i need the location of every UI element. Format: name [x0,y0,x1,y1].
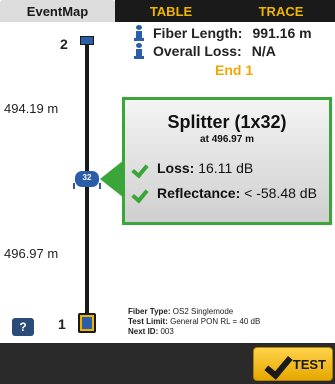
fiber-length-value: 991.16 m [252,25,312,41]
overall-loss-row: Overall Loss: N/A [133,42,333,60]
reflectance-result: Reflectance: < -58.48 dB [133,185,317,201]
fiber-info: Fiber Type: OS2 Singlemode Test Limit: G… [128,307,260,337]
distance-label-lower: 496.97 m [4,246,59,261]
checkmark-icon [262,352,292,378]
node-number-top: 2 [60,36,68,52]
pass-check-icon [133,160,151,176]
next-id-value: 003 [160,327,174,336]
loss-result: Loss: 16.11 dB [133,160,253,176]
splitter-event-icon[interactable]: 32 [72,168,102,190]
end-2-connector-icon[interactable] [80,36,94,45]
node-number-bottom: 1 [58,316,66,332]
pass-check-icon [133,185,151,201]
info-icon[interactable] [133,43,145,59]
test-button-label: TEST [292,356,326,372]
test-limit-value: General PON RL = 40 dB [170,317,261,326]
fiber-summary: Fiber Length: 991.16 m Overall Loss: N/A [133,24,333,60]
event-callout[interactable]: Splitter (1x32) at 496.97 m Loss: 16.11 … [122,97,332,225]
fiber-length-label: Fiber Length: [153,25,243,41]
splitter-icon-label: 32 [82,173,92,182]
callout-pointer [100,160,124,198]
tab-bar: EventMap TABLE TRACE [0,0,335,22]
info-icon[interactable] [133,25,145,41]
fiber-length-row: Fiber Length: 991.16 m [133,24,333,42]
loss-value: 16.11 dB [198,160,254,176]
help-button[interactable]: ? [12,318,34,336]
launch-connector-icon[interactable] [78,313,96,333]
test-limit-label: Test Limit: [128,317,168,326]
event-title: Splitter (1x32) [167,112,287,132]
tab-table[interactable]: TABLE [115,0,227,22]
tab-eventmap[interactable]: EventMap [0,0,115,22]
reflectance-value: < -58.48 dB [244,185,317,201]
tab-trace[interactable]: TRACE [227,0,335,22]
distance-label-upper: 494.19 m [4,101,59,116]
fiber-type-label: Fiber Type: [128,307,171,316]
next-id-label: Next ID: [128,327,159,336]
reflectance-label: Reflectance: [157,185,241,201]
event-location: at 496.97 m [200,134,254,145]
test-button[interactable]: TEST [253,347,333,381]
loss-label: Loss: [157,160,195,176]
end-label: End 1 [215,62,254,78]
overall-loss-value: N/A [251,43,276,59]
fiber-type-value: OS2 Singlemode [172,307,234,316]
overall-loss-label: Overall Loss: [153,43,242,59]
